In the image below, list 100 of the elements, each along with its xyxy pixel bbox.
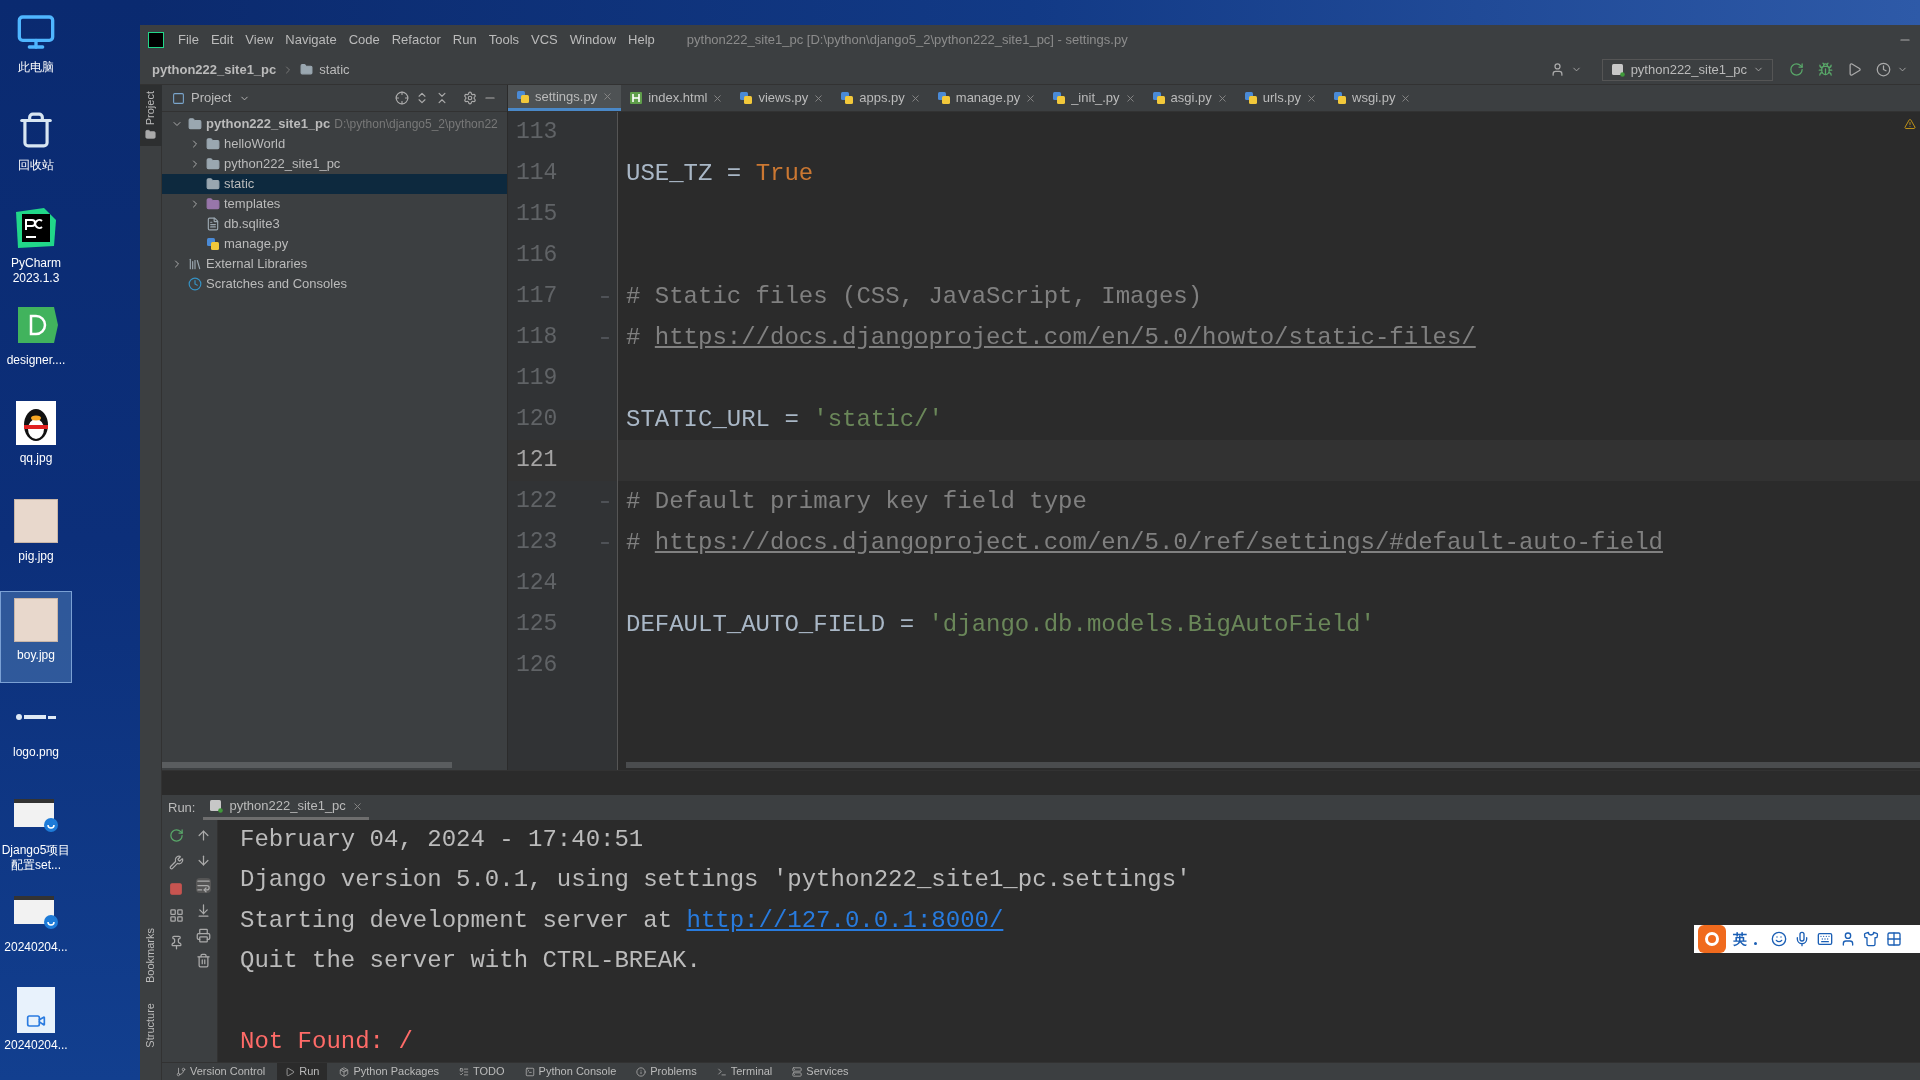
print-icon[interactable] bbox=[196, 928, 211, 943]
menu-item[interactable]: Window bbox=[565, 30, 621, 50]
skin-icon[interactable] bbox=[1863, 931, 1879, 947]
desktop-icon[interactable]: 回收站 bbox=[0, 101, 72, 194]
tool-window-tab[interactable]: Structure bbox=[142, 993, 159, 1058]
desktop-icon[interactable]: PyCharm 2023.1.3 bbox=[0, 199, 72, 292]
desktop-icon[interactable]: 20240204... bbox=[0, 982, 72, 1075]
tree-item[interactable]: templates bbox=[162, 194, 507, 214]
mp4-file-icon bbox=[17, 987, 55, 1034]
layout-icon[interactable] bbox=[168, 908, 184, 923]
editor-tab[interactable]: settings.py bbox=[508, 85, 622, 111]
close-icon[interactable] bbox=[1216, 92, 1228, 104]
link[interactable]: http://127.0.0.1:8000/ bbox=[686, 906, 1004, 934]
close-icon[interactable] bbox=[1400, 92, 1412, 104]
editor-tab[interactable]: asgi.py bbox=[1143, 85, 1236, 111]
close-icon[interactable] bbox=[909, 92, 921, 104]
horizontal-scrollbar[interactable] bbox=[162, 762, 452, 768]
breadcrumb-item[interactable]: static bbox=[319, 59, 350, 80]
toolbox-icon[interactable] bbox=[1886, 931, 1902, 947]
menu-item[interactable]: Edit bbox=[206, 30, 238, 50]
close-icon[interactable] bbox=[1025, 92, 1037, 104]
collapse-all-icon[interactable] bbox=[435, 91, 449, 105]
desktop-icon-label: pig.jpg bbox=[17, 549, 55, 565]
editor-tab[interactable]: index.html bbox=[621, 85, 732, 111]
editor-tab[interactable]: urls.py bbox=[1235, 85, 1326, 111]
link[interactable]: https://docs.djangoproject.com/en/5.0/howto/static-files/ bbox=[654, 323, 1476, 351]
run-config-dropdown[interactable]: python222_site1_pc bbox=[1601, 58, 1773, 81]
user-icon[interactable] bbox=[1840, 931, 1856, 947]
rerun-icon[interactable] bbox=[168, 828, 184, 843]
desktop-icon[interactable]: logo.png bbox=[0, 688, 72, 781]
horizontal-scrollbar[interactable] bbox=[626, 762, 1920, 768]
project-view-dropdown[interactable]: Project bbox=[191, 88, 251, 108]
desktop-icon[interactable]: 20240204... bbox=[0, 884, 72, 977]
editor-tab[interactable]: wsgi.py bbox=[1325, 85, 1420, 111]
microphone-icon[interactable] bbox=[1794, 931, 1810, 947]
tree-item[interactable]: Scratches and Consoles bbox=[162, 274, 507, 294]
desktop-icon-label: designer.... bbox=[5, 353, 67, 369]
menu-item[interactable]: Tools bbox=[484, 30, 524, 50]
emoji-icon[interactable] bbox=[1771, 931, 1787, 947]
close-icon[interactable] bbox=[712, 92, 724, 104]
tree-item[interactable]: db.sqlite3 bbox=[162, 214, 507, 234]
tree-item[interactable]: helloWorld bbox=[162, 134, 507, 154]
rerun-icon[interactable] bbox=[1789, 62, 1804, 77]
tool-window-button[interactable]: TODO bbox=[451, 1063, 513, 1080]
user-icon[interactable] bbox=[1549, 62, 1565, 77]
project-tool-tab[interactable]: Project bbox=[139, 85, 162, 147]
tool-window-button[interactable]: Python Console bbox=[516, 1063, 625, 1080]
soft-wrap-icon[interactable] bbox=[196, 878, 211, 893]
desktop-icon[interactable]: qq.jpg bbox=[0, 395, 72, 488]
trash-icon[interactable] bbox=[196, 953, 211, 968]
menu-item[interactable]: VCS bbox=[527, 30, 562, 50]
menu-item[interactable]: Run bbox=[448, 30, 481, 50]
tree-item[interactable]: python222_site1_pc D:\python\django5_2\python22 bbox=[162, 114, 507, 134]
stop-icon[interactable] bbox=[169, 882, 183, 896]
scroll-to-end-icon[interactable] bbox=[196, 903, 211, 918]
locate-icon[interactable] bbox=[395, 91, 409, 105]
close-icon[interactable] bbox=[813, 92, 825, 104]
menu-item[interactable]: Navigate bbox=[281, 30, 341, 50]
desktop-icon[interactable]: pig.jpg bbox=[0, 493, 72, 586]
tool-window-button[interactable]: Run bbox=[277, 1063, 328, 1080]
close-icon[interactable] bbox=[351, 800, 363, 812]
tool-window-button[interactable]: Services bbox=[784, 1063, 857, 1080]
tool-window-button[interactable]: Problems bbox=[628, 1063, 705, 1080]
menu-item[interactable]: Help bbox=[624, 30, 659, 50]
menu-item[interactable]: Refactor bbox=[387, 30, 445, 50]
tree-item[interactable]: manage.py bbox=[162, 234, 507, 254]
tool-window-button[interactable]: Terminal bbox=[708, 1063, 781, 1080]
tool-window-tab[interactable]: Bookmarks bbox=[142, 918, 159, 994]
desktop-icon[interactable]: Django5项目配置set... bbox=[0, 786, 72, 879]
pin-icon[interactable] bbox=[168, 935, 184, 950]
wrench-icon[interactable] bbox=[168, 855, 184, 870]
desktop-icon[interactable]: boy.jpg bbox=[0, 590, 72, 683]
tree-item[interactable]: static bbox=[162, 174, 507, 194]
link[interactable]: https://docs.djangoproject.com/en/5.0/ref/settings/#default-auto-field bbox=[654, 528, 1663, 556]
menu-item[interactable]: View bbox=[241, 30, 278, 50]
tree-item[interactable]: python222_site1_pc bbox=[162, 154, 507, 174]
desktop-icon[interactable]: designer.... bbox=[0, 297, 72, 390]
editor-tab[interactable]: views.py bbox=[731, 85, 833, 111]
desktop-icon-label: 20240204... bbox=[3, 940, 69, 956]
close-icon[interactable] bbox=[1124, 92, 1136, 104]
close-icon[interactable] bbox=[1306, 92, 1318, 104]
tool-window-button[interactable]: Version Control bbox=[168, 1063, 274, 1080]
editor-tab[interactable]: manage.py bbox=[928, 85, 1045, 111]
ime-mode[interactable]: 英 bbox=[1733, 928, 1747, 950]
editor-tab[interactable]: _init_.py bbox=[1044, 85, 1144, 111]
close-icon[interactable] bbox=[602, 91, 614, 102]
arrow-down-icon[interactable] bbox=[196, 853, 211, 868]
breadcrumb-item[interactable]: python222_site1_pc bbox=[152, 59, 277, 80]
tree-item[interactable]: External Libraries bbox=[162, 254, 507, 274]
run-tab[interactable]: python222_site1_pc bbox=[203, 795, 369, 820]
coverage-icon[interactable] bbox=[1847, 62, 1862, 77]
keyboard-icon[interactable] bbox=[1817, 931, 1833, 947]
debug-icon[interactable] bbox=[1818, 62, 1833, 77]
menu-item[interactable]: File bbox=[174, 30, 203, 50]
menu-item[interactable]: Code bbox=[344, 30, 384, 50]
desktop-icon[interactable]: 此电脑 bbox=[0, 4, 72, 96]
tool-window-button[interactable]: Python Packages bbox=[331, 1063, 448, 1080]
profile-icon[interactable] bbox=[1876, 62, 1891, 77]
settings-icon[interactable] bbox=[463, 91, 477, 105]
editor-tab[interactable]: apps.py bbox=[832, 85, 929, 111]
